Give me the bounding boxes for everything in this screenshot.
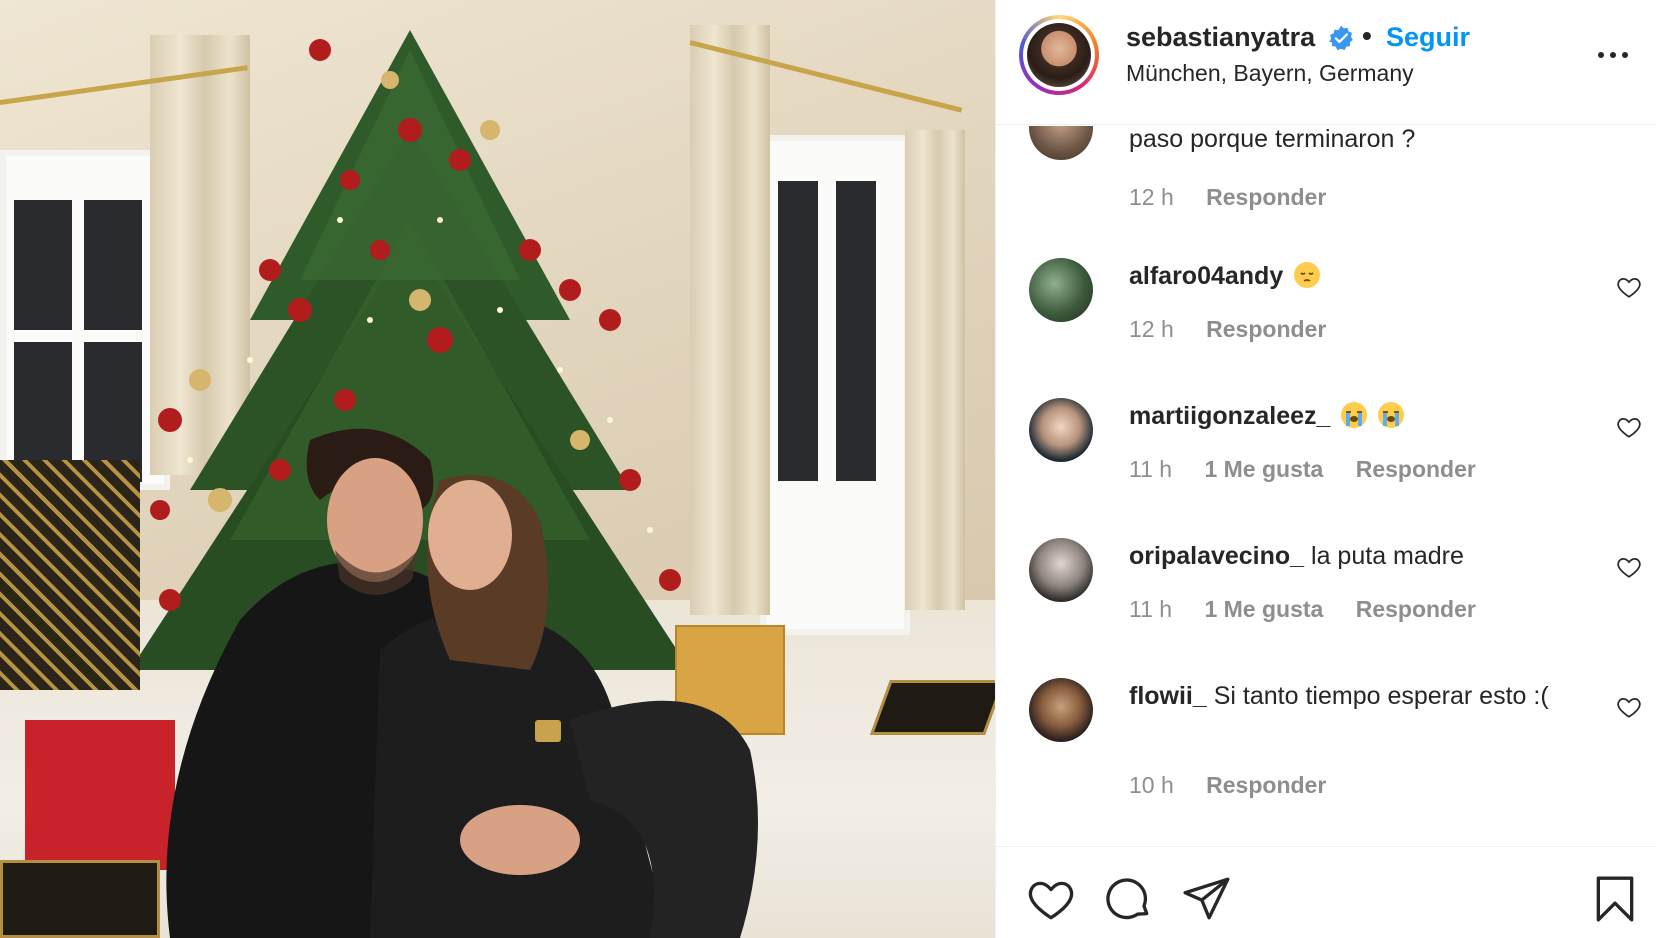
reply-button[interactable]: Responder <box>1356 456 1476 482</box>
comment-likes[interactable]: 1 Me gusta <box>1204 456 1323 482</box>
comment-meta: 12 h Responder <box>1129 184 1352 211</box>
comment-meta: 12 h Responder <box>1129 316 1352 343</box>
reply-button[interactable]: Responder <box>1206 316 1326 342</box>
like-comment-heart-icon[interactable] <box>1616 694 1642 720</box>
photo-couple <box>166 428 758 938</box>
follow-button[interactable]: Seguir <box>1386 22 1470 53</box>
comment-time[interactable]: 11 h <box>1129 596 1172 622</box>
like-comment-heart-icon[interactable] <box>1616 414 1642 440</box>
like-comment-heart-icon[interactable] <box>1616 554 1642 580</box>
comment-text: alfaro04andy <box>1129 258 1569 294</box>
photo-rug-right <box>869 680 995 735</box>
commenter-avatar[interactable] <box>1029 538 1093 602</box>
heart-icon[interactable] <box>1026 874 1076 924</box>
post-action-bar <box>996 846 1656 938</box>
comment-meta: 11 h 1 Me gusta Responder <box>1129 596 1502 623</box>
photo-rug-left <box>0 860 160 938</box>
post-location[interactable]: München, Bayern, Germany <box>1126 60 1414 87</box>
author-username[interactable]: sebastianyatra <box>1126 22 1315 53</box>
pensive-face-emoji <box>1294 262 1321 288</box>
paper-plane-icon[interactable] <box>1182 874 1232 924</box>
post-photo[interactable] <box>0 0 995 938</box>
comment-text: martiigonzaleez_ <box>1129 398 1569 434</box>
comment-time[interactable]: 10 h <box>1129 772 1174 798</box>
comment-meta: 11 h 1 Me gusta Responder <box>1129 456 1502 483</box>
header-separator: • <box>1362 20 1372 51</box>
commenter-avatar[interactable] <box>1029 678 1093 742</box>
comment-time[interactable]: 11 h <box>1129 456 1172 482</box>
photo-curtain-right <box>905 130 965 610</box>
reply-button[interactable]: Responder <box>1356 596 1476 622</box>
verified-badge-icon <box>1329 25 1353 51</box>
commenter-avatar[interactable] <box>1029 258 1093 322</box>
comment-text: oripalavecino_ la puta madre <box>1129 538 1569 574</box>
comment-body: Si tanto tiempo esperar esto :( <box>1213 682 1549 710</box>
comment-meta: 10 h Responder <box>1129 772 1352 799</box>
comment-likes[interactable]: 1 Me gusta <box>1204 596 1323 622</box>
bookmark-icon[interactable] <box>1590 874 1640 924</box>
comment-time[interactable]: 12 h <box>1129 184 1174 210</box>
comment-bubble-icon[interactable] <box>1104 874 1154 924</box>
post-header: sebastianyatra • Seguir München, Bayern,… <box>996 0 1656 125</box>
comment-text: paso porque terminaron ? <box>1129 126 1416 153</box>
comments-list[interactable]: paso porque terminaron ? 12 h Responder … <box>996 126 1656 846</box>
commenter-username[interactable]: flowii_ <box>1129 682 1207 710</box>
commenter-username[interactable]: oripalavecino_ <box>1129 542 1304 570</box>
loudly-crying-face-emoji <box>1341 402 1368 428</box>
author-avatar[interactable] <box>1019 15 1099 95</box>
more-options-icon[interactable] <box>1596 38 1630 72</box>
reply-button[interactable]: Responder <box>1206 772 1326 798</box>
commenter-username[interactable]: martiigonzaleez_ <box>1129 402 1330 430</box>
like-comment-heart-icon[interactable] <box>1616 274 1642 300</box>
photo-sofa <box>0 460 140 690</box>
comment-time[interactable]: 12 h <box>1129 316 1174 342</box>
reply-button[interactable]: Responder <box>1206 184 1326 210</box>
loudly-crying-face-emoji <box>1378 402 1405 428</box>
commenter-avatar[interactable] <box>1029 398 1093 462</box>
comment-text: flowii_ Si tanto tiempo esperar esto :( <box>1129 678 1569 714</box>
post-side-panel: sebastianyatra • Seguir München, Bayern,… <box>995 0 1656 938</box>
commenter-username[interactable]: alfaro04andy <box>1129 262 1283 290</box>
comment-body: la puta madre <box>1311 542 1464 570</box>
commenter-avatar[interactable] <box>1029 126 1093 160</box>
